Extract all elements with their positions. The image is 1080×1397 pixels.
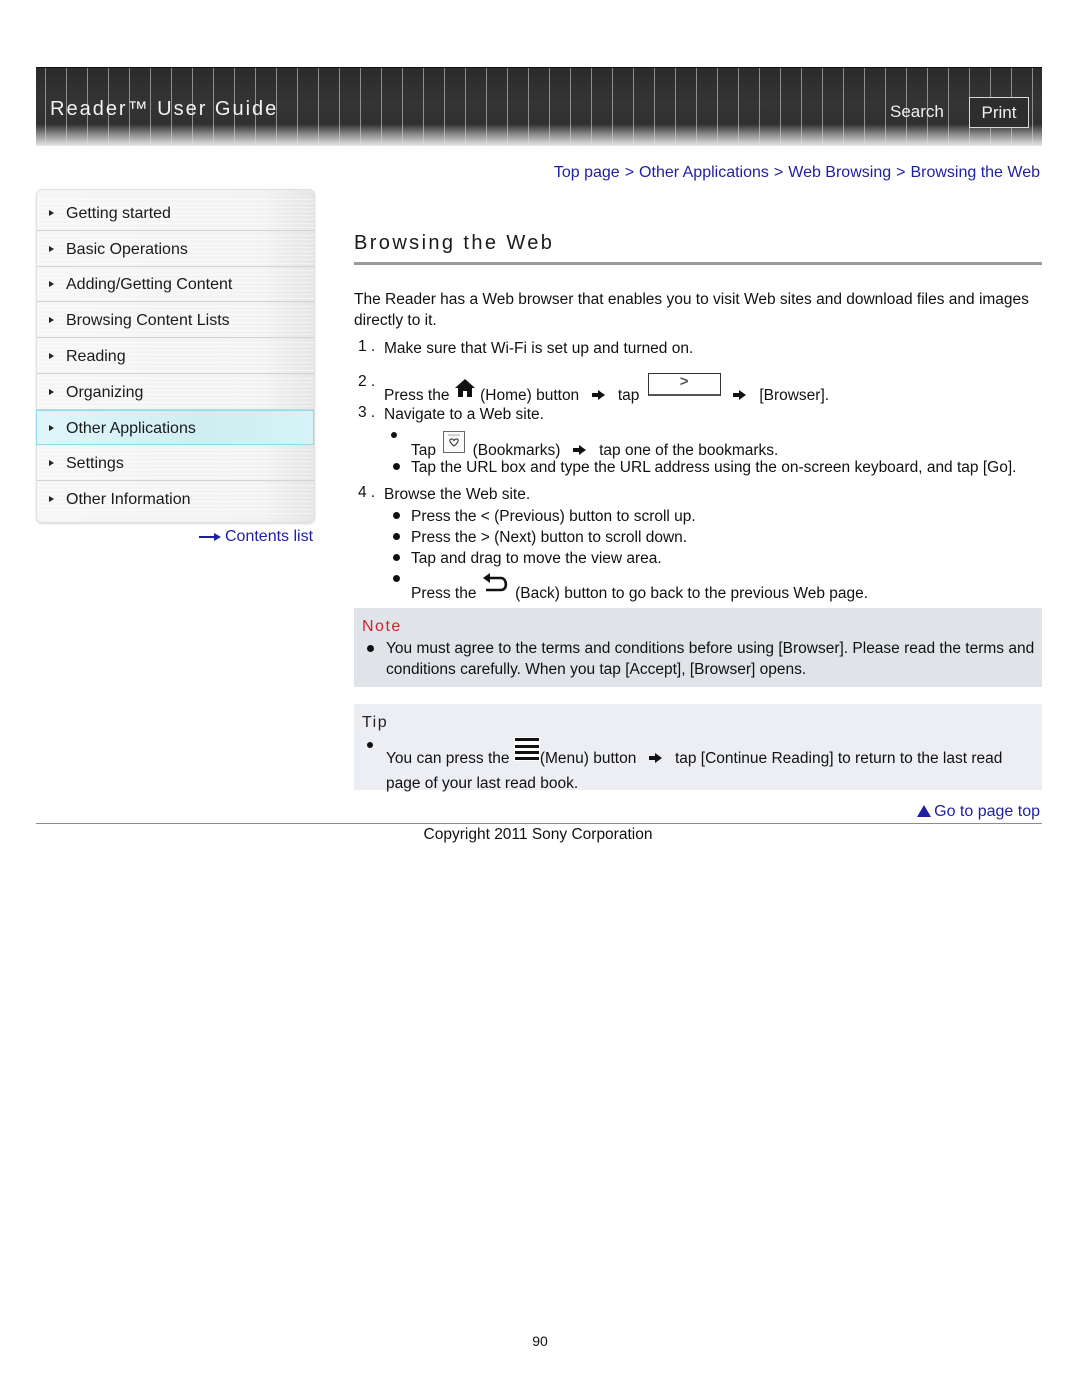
back-icon bbox=[482, 573, 507, 592]
sidebar-item-label: Settings bbox=[66, 455, 124, 472]
footer-divider bbox=[36, 823, 1042, 824]
step-number: 1 . bbox=[358, 338, 376, 355]
triangle-right-icon bbox=[49, 389, 54, 395]
breadcrumb-separator: > bbox=[896, 164, 906, 181]
sidebar-item-label: Other Information bbox=[66, 491, 191, 508]
contents-list-link[interactable]: Contents list bbox=[199, 528, 313, 546]
triangle-right-icon bbox=[49, 425, 54, 431]
triangle-right-icon bbox=[49, 246, 54, 252]
step-text: Press the (Home) button tap > [Browser]. bbox=[384, 373, 829, 406]
bullet-text: Press the > (Next) button to scroll down… bbox=[411, 529, 688, 546]
bullet-icon bbox=[393, 512, 400, 519]
next-button-icon: > bbox=[647, 373, 721, 396]
triangle-right-icon bbox=[49, 460, 54, 466]
app-title: Reader™ User Guide bbox=[50, 98, 279, 120]
bookmarks-icon bbox=[443, 431, 466, 453]
print-button[interactable]: Print bbox=[969, 97, 1029, 128]
step-text-part: (Home) button bbox=[480, 387, 580, 404]
sidebar-item-label: Other Applications bbox=[66, 420, 196, 437]
sidebar-item-other-applications[interactable]: Other Applications bbox=[36, 410, 314, 445]
triangle-right-icon bbox=[49, 496, 54, 502]
bullet-icon bbox=[393, 533, 400, 540]
bullet-text-part: Press the bbox=[411, 585, 477, 602]
step-text-part: [Browser]. bbox=[759, 387, 830, 404]
breadcrumb-separator: > bbox=[624, 164, 635, 181]
right-arrow-icon bbox=[733, 390, 747, 400]
breadcrumb: Top page > Other Applications > Web Browsing… bbox=[554, 164, 1040, 182]
sidebar-item-browsing-content-lists[interactable]: Browsing Content Lists bbox=[37, 303, 314, 338]
sidebar-item-other-information[interactable]: Other Information bbox=[37, 482, 314, 517]
step-number: 2 . bbox=[358, 373, 376, 390]
sidebar-item-label: Adding/Getting Content bbox=[66, 276, 233, 293]
title-divider bbox=[354, 262, 1042, 265]
sidebar-nav: Getting started Basic Operations Adding/… bbox=[36, 189, 315, 523]
breadcrumb-separator: > bbox=[773, 164, 784, 181]
header-bar: Reader™ User Guide Search Print bbox=[36, 67, 1042, 146]
search-button[interactable]: Search bbox=[890, 102, 944, 122]
bullet-icon bbox=[393, 463, 400, 470]
sidebar-item-label: Getting started bbox=[66, 205, 171, 222]
sidebar-item-label: Organizing bbox=[66, 384, 144, 401]
step-text-part: tap bbox=[617, 387, 640, 404]
intro-paragraph: The Reader has a Web browser that enable… bbox=[354, 291, 1029, 329]
bullet-icon bbox=[367, 742, 373, 748]
bullet-text: Press the < (Previous) button to scroll … bbox=[411, 508, 696, 525]
note-box: Note You must agree to the terms and con… bbox=[354, 608, 1042, 687]
sidebar-item-label: Browsing Content Lists bbox=[66, 312, 230, 329]
tip-text: You can press the (Menu) button tap [Con… bbox=[386, 737, 1036, 796]
sidebar-item-label: Basic Operations bbox=[66, 241, 188, 258]
sidebar-item-adding-getting-content[interactable]: Adding/Getting Content bbox=[37, 267, 314, 302]
bullet-icon bbox=[393, 554, 400, 561]
right-arrow-icon bbox=[199, 532, 221, 542]
bullet-icon bbox=[367, 645, 374, 652]
copyright-text: Copyright 2011 Sony Corporation bbox=[423, 826, 653, 843]
triangle-right-icon bbox=[49, 353, 54, 359]
tip-box: Tip You can press the (Menu) button tap … bbox=[354, 704, 1042, 792]
bullet-icon bbox=[391, 432, 397, 438]
bullet-text-part: (Back) button to go back to the previous… bbox=[515, 585, 869, 602]
step-text: Navigate to a Web site. bbox=[384, 406, 544, 423]
bullet-text: Press the (Back) button to go back to th… bbox=[411, 572, 868, 604]
bullet-text: Tap the URL box and type the URL address… bbox=[411, 459, 1017, 476]
triangle-up-icon bbox=[917, 805, 932, 817]
menu-icon bbox=[513, 737, 540, 761]
go-to-page-top-label: Go to page top bbox=[934, 803, 1040, 820]
right-arrow-icon bbox=[572, 445, 587, 455]
sidebar-item-basic-operations[interactable]: Basic Operations bbox=[37, 232, 314, 267]
breadcrumb-top-page[interactable]: Top page bbox=[554, 164, 620, 181]
go-to-page-top-link[interactable]: Go to page top bbox=[917, 803, 1040, 821]
page-number: 90 bbox=[532, 1333, 548, 1349]
triangle-right-icon bbox=[49, 281, 54, 287]
sidebar-item-getting-started[interactable]: Getting started bbox=[37, 196, 314, 231]
step-text: Browse the Web site. bbox=[384, 486, 531, 503]
tip-text-part: You can press the bbox=[386, 750, 510, 767]
triangle-right-icon bbox=[49, 317, 54, 323]
step-text: Make sure that Wi-Fi is set up and turne… bbox=[384, 340, 694, 357]
tip-text-part: (Menu) button bbox=[539, 750, 637, 767]
note-heading: Note bbox=[362, 618, 402, 635]
step-number: 4 . bbox=[358, 484, 376, 501]
triangle-right-icon bbox=[49, 210, 54, 216]
bullet-text: Tap and drag to move the view area. bbox=[411, 550, 662, 567]
step-text-part: Press the bbox=[384, 387, 450, 404]
page-title: Browsing the Web bbox=[354, 232, 555, 254]
breadcrumb-web-browsing[interactable]: Web Browsing bbox=[788, 164, 891, 181]
tip-heading: Tip bbox=[362, 714, 389, 731]
contents-list-label: Contents list bbox=[225, 528, 314, 545]
sidebar-item-settings[interactable]: Settings bbox=[37, 446, 314, 481]
right-arrow-icon bbox=[648, 753, 663, 763]
sidebar-item-label: Reading bbox=[66, 348, 126, 365]
bullet-icon bbox=[393, 575, 400, 582]
home-icon bbox=[454, 379, 475, 397]
note-text: You must agree to the terms and conditio… bbox=[386, 640, 1035, 678]
step-number: 3 . bbox=[358, 404, 376, 421]
right-arrow-icon bbox=[591, 390, 606, 400]
breadcrumb-other-applications[interactable]: Other Applications bbox=[639, 164, 769, 181]
sidebar-item-organizing[interactable]: Organizing bbox=[37, 375, 314, 410]
sidebar-item-reading[interactable]: Reading bbox=[37, 339, 314, 374]
breadcrumb-browsing-the-web[interactable]: Browsing the Web bbox=[910, 164, 1040, 181]
